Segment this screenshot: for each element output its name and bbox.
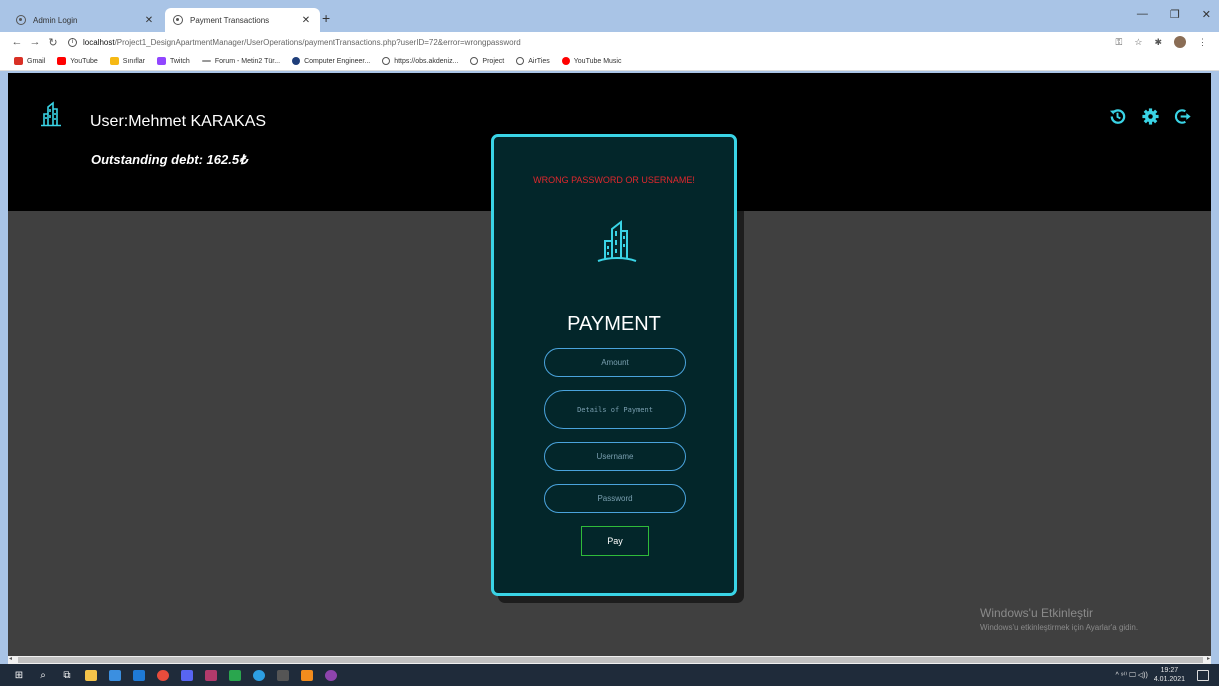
error-message: WRONG PASSWORD OR USERNAME! bbox=[533, 175, 695, 185]
tab-admin-login[interactable]: Admin Login ✕ bbox=[8, 8, 163, 32]
globe-icon bbox=[16, 15, 26, 25]
scroll-left-arrow-icon[interactable]: ◂ bbox=[9, 655, 12, 662]
menu-dots-icon[interactable]: ⋮ bbox=[1198, 37, 1207, 48]
task-view-icon[interactable]: ⧉ bbox=[60, 668, 74, 682]
mail-icon[interactable] bbox=[132, 668, 146, 682]
visual-studio-icon[interactable] bbox=[204, 668, 218, 682]
back-arrow-icon[interactable]: ← bbox=[8, 36, 26, 48]
gmail-icon bbox=[14, 57, 23, 65]
payment-card: WRONG PASSWORD OR USERNAME! PAYMENT Pay bbox=[491, 134, 737, 596]
windows-start-icon[interactable]: ⊞ bbox=[12, 668, 26, 682]
bookmark-youtube[interactable]: YouTube bbox=[57, 57, 98, 65]
store-icon[interactable] bbox=[108, 668, 122, 682]
scroll-right-arrow-icon[interactable]: ▸ bbox=[1207, 655, 1210, 662]
pay-button[interactable]: Pay bbox=[581, 526, 649, 556]
settings-gear-icon[interactable] bbox=[1141, 107, 1160, 126]
url-path: /Project1_DesignApartmentManager/UserOpe… bbox=[114, 37, 521, 47]
address-bar[interactable]: i localhost/Project1_DesignApartmentMana… bbox=[68, 37, 1116, 47]
notification-icon[interactable] bbox=[1197, 669, 1209, 681]
profile-avatar[interactable] bbox=[1174, 36, 1186, 48]
minimize-icon[interactable]: — bbox=[1137, 8, 1148, 21]
password-input[interactable] bbox=[544, 484, 686, 513]
calculator-icon[interactable] bbox=[276, 668, 290, 682]
watermark-subtitle: Windows'u etkinleştirmek için Ayarlar'a … bbox=[980, 623, 1139, 632]
new-tab-button[interactable]: + bbox=[322, 10, 330, 26]
youtube-icon bbox=[57, 57, 67, 65]
chrome-icon[interactable] bbox=[156, 668, 170, 682]
app-icon[interactable] bbox=[228, 668, 242, 682]
twitch-icon bbox=[156, 57, 166, 65]
bookmark-siniflar[interactable]: Sınıflar bbox=[109, 57, 145, 65]
bookmark-obs[interactable]: https://obs.akdeniz... bbox=[382, 57, 458, 65]
username-input[interactable] bbox=[544, 442, 686, 471]
bookmark-airties[interactable]: AirTies bbox=[516, 57, 550, 65]
url-host: localhost bbox=[83, 37, 115, 47]
close-tab-icon[interactable]: ✕ bbox=[300, 15, 312, 26]
close-tab-icon[interactable]: ✕ bbox=[143, 15, 155, 26]
globe-icon bbox=[292, 57, 301, 65]
sublime-text-icon[interactable] bbox=[300, 668, 314, 682]
tray-indicators[interactable]: ^ ⁹⁽⁾ 🖵 ◁)) bbox=[1115, 671, 1147, 680]
apartment-building-logo bbox=[597, 219, 637, 262]
extensions-puzzle-icon[interactable]: ✱ bbox=[1154, 37, 1162, 48]
edge-icon[interactable] bbox=[252, 668, 266, 682]
search-icon[interactable]: ⌕ bbox=[36, 668, 50, 682]
globe-icon bbox=[516, 57, 525, 65]
reload-icon[interactable]: ↻ bbox=[44, 36, 62, 49]
discord-icon[interactable] bbox=[180, 668, 194, 682]
star-icon[interactable]: ☆ bbox=[1134, 37, 1142, 48]
bookmark-youtube-music[interactable]: YouTube Music bbox=[561, 57, 621, 65]
bookmark-project[interactable]: Project bbox=[470, 57, 504, 65]
outstanding-debt: Outstanding debt: 162.5₺ bbox=[91, 152, 248, 167]
forum-icon bbox=[201, 60, 211, 62]
payment-title: PAYMENT bbox=[567, 313, 661, 335]
user-name-label: User:Mehmet KARAKAS bbox=[90, 113, 267, 130]
tab-payment-transactions[interactable]: Payment Transactions ✕ bbox=[165, 8, 320, 32]
classroom-icon bbox=[109, 57, 119, 65]
file-explorer-icon[interactable] bbox=[84, 668, 98, 682]
system-tray: ^ ⁹⁽⁾ 🖵 ◁)) 19:27 4.01.2021 bbox=[1115, 666, 1219, 684]
bookmarks-bar: Gmail YouTube Sınıflar Twitch Forum - Me… bbox=[0, 52, 1219, 71]
info-icon[interactable]: i bbox=[68, 37, 77, 47]
bookmark-twitch[interactable]: Twitch bbox=[156, 57, 190, 65]
amount-input[interactable] bbox=[544, 348, 686, 377]
tab-title: Admin Login bbox=[33, 15, 78, 25]
horizontal-scrollbar[interactable]: ◂ ▸ bbox=[8, 656, 1211, 664]
bookmark-forum[interactable]: Forum - Metin2 Tür... bbox=[201, 58, 280, 65]
windows-taskbar: ⊞ ⌕ ⧉ ^ ⁹⁽⁾ 🖵 ◁)) 19:27 4.01.2021 bbox=[0, 664, 1219, 686]
forward-arrow-icon[interactable]: → bbox=[26, 36, 44, 48]
page-content: User:Mehmet KARAKAS Outstanding debt: 16… bbox=[8, 73, 1211, 656]
bookmark-computer-engineer[interactable]: Computer Engineer... bbox=[292, 57, 370, 65]
clock-date: 4.01.2021 bbox=[1153, 676, 1185, 683]
scrollbar-thumb[interactable] bbox=[18, 657, 1203, 663]
globe-icon bbox=[470, 57, 479, 65]
browser-toolbar: ← → ↻ i localhost/Project1_DesignApartme… bbox=[0, 32, 1219, 52]
globe-icon bbox=[173, 15, 183, 25]
restore-icon[interactable]: ❐ bbox=[1170, 8, 1180, 21]
payment-details-input[interactable] bbox=[544, 390, 686, 429]
tab-title: Payment Transactions bbox=[190, 15, 270, 25]
close-window-icon[interactable]: ✕ bbox=[1202, 8, 1211, 21]
watermark-title: Windows'u Etkinleştir bbox=[980, 606, 1093, 620]
taskbar-clock[interactable]: 19:27 4.01.2021 bbox=[1154, 666, 1185, 684]
history-icon[interactable] bbox=[1108, 107, 1127, 126]
youtube-music-icon bbox=[561, 57, 570, 65]
window-controls: — ❐ ✕ bbox=[1137, 8, 1211, 21]
key-icon[interactable]: ⚿ bbox=[1116, 37, 1123, 48]
browser-tab-strip: Admin Login ✕ Payment Transactions ✕ + —… bbox=[0, 0, 1219, 32]
globe-icon bbox=[382, 57, 391, 65]
logout-icon[interactable] bbox=[1174, 107, 1193, 126]
windows-activation-watermark: Windows'u Etkinleştir Windows'u etkinleş… bbox=[980, 606, 1138, 632]
bookmark-gmail[interactable]: Gmail bbox=[14, 57, 45, 65]
clock-time: 19:27 bbox=[1160, 667, 1179, 674]
app-circle-icon[interactable] bbox=[324, 668, 338, 682]
apartment-building-logo bbox=[41, 101, 61, 127]
